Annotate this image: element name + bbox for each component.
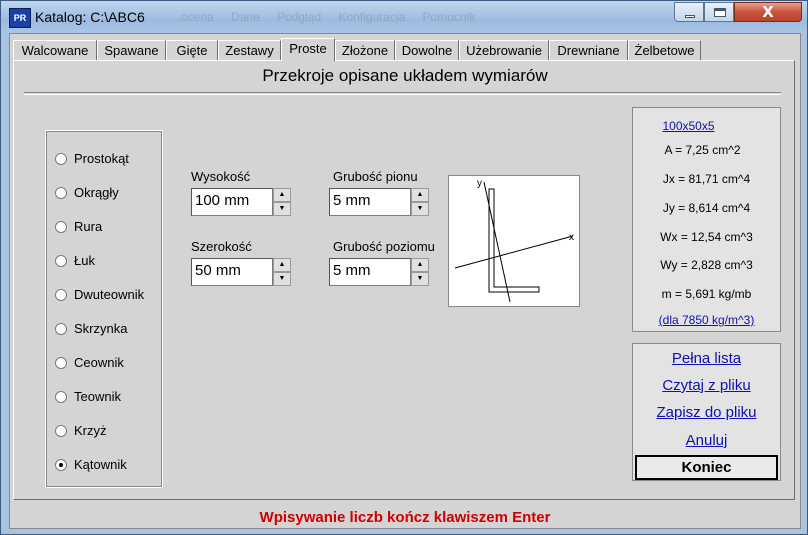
- window-title: Katalog: C:\ABC6: [35, 9, 145, 25]
- width-label: Szerokość: [191, 239, 252, 254]
- ghost-menu-item: Dane: [231, 10, 260, 24]
- tab-walcowane[interactable]: Walcowane: [13, 40, 97, 60]
- radio-button-icon: [55, 425, 67, 437]
- radio-button-icon: [55, 187, 67, 199]
- client-area: Walcowane Spawane Gięte Zestawy Proste Z…: [9, 33, 801, 529]
- tab-uzebrowanie[interactable]: Użebrowanie: [459, 40, 549, 60]
- read-file-link[interactable]: Czytaj z pliku: [633, 377, 780, 394]
- radio-label: Prostokąt: [74, 151, 129, 166]
- radio-label: Łuk: [74, 253, 95, 268]
- radio-button-icon: [55, 323, 67, 335]
- web-thickness-spinner: 5 mm ▲ ▼: [329, 188, 429, 216]
- web-thickness-label: Grubość pionu: [333, 169, 418, 184]
- radio-button-icon: [55, 153, 67, 165]
- flange-thickness-label: Grubość poziomu: [333, 239, 435, 254]
- radio-button-icon: [55, 459, 67, 471]
- tab-proste[interactable]: Proste: [281, 38, 335, 61]
- tab-zelbetowe[interactable]: Żelbetowe: [628, 40, 701, 60]
- width-spinner: 50 mm ▲ ▼: [191, 258, 291, 286]
- spin-down-icon[interactable]: ▼: [273, 272, 291, 286]
- cancel-link[interactable]: Anuluj: [633, 432, 780, 449]
- close-icon: X: [762, 3, 774, 21]
- radio-label: Dwuteownik: [74, 287, 145, 302]
- minimize-button[interactable]: [674, 2, 704, 22]
- flange-thickness-spinner: 5 mm ▲ ▼: [329, 258, 429, 286]
- width-input[interactable]: 50 mm: [191, 258, 273, 286]
- radio-button-icon: [55, 255, 67, 267]
- section-preview: x y: [448, 175, 580, 307]
- mass-value: m = 5,691 kg/mb: [661, 287, 752, 301]
- area-value: A = 7,25 cm^2: [664, 143, 741, 157]
- jy-value: Jy = 8,614 cm^4: [662, 201, 751, 215]
- spin-down-icon[interactable]: ▼: [411, 202, 429, 216]
- spin-down-icon[interactable]: ▼: [273, 202, 291, 216]
- y-axis-label: y: [477, 178, 482, 189]
- height-label: Wysokość: [191, 169, 251, 184]
- angle-section-drawing: x y: [454, 178, 574, 303]
- save-file-link[interactable]: Zapisz do pliku: [633, 404, 780, 421]
- spin-up-icon[interactable]: ▲: [273, 188, 291, 202]
- app-icon: PR: [9, 8, 31, 28]
- density-link[interactable]: (dla 7850 kg/m^3): [633, 313, 780, 327]
- tab-dowolne[interactable]: Dowolne: [395, 40, 459, 60]
- radio-label: Rura: [74, 219, 103, 234]
- radio-button-icon: [55, 221, 67, 233]
- jx-value: Jx = 81,71 cm^4: [662, 172, 751, 186]
- shape-radio-group: Prostokąt Okrągły Rura Łuk Dwuteownik Sk…: [45, 130, 163, 488]
- radio-label: Krzyż: [74, 423, 107, 438]
- profile-name-link[interactable]: 100x50x5: [615, 119, 762, 133]
- app-window: PR Katalog: C:\ABC6 ...ocena Dane Podglą…: [0, 0, 808, 535]
- flange-thickness-input[interactable]: 5 mm: [329, 258, 411, 286]
- maximize-button[interactable]: [704, 2, 734, 22]
- radio-label: Teownik: [74, 389, 121, 404]
- height-input[interactable]: 100 mm: [191, 188, 273, 216]
- tab-zlozone[interactable]: Złożone: [335, 40, 395, 60]
- end-button[interactable]: Koniec: [635, 455, 778, 480]
- spin-up-icon[interactable]: ▲: [273, 258, 291, 272]
- wx-value: Wx = 12,54 cm^3: [660, 230, 753, 244]
- tab-drewniane[interactable]: Drewniane: [549, 40, 628, 60]
- radio-label: Okrągły: [74, 185, 119, 200]
- minimize-icon: [685, 15, 695, 18]
- radio-button-icon: [55, 289, 67, 301]
- full-list-link[interactable]: Pełna lista: [633, 350, 780, 367]
- height-spinner: 100 mm ▲ ▼: [191, 188, 291, 216]
- radio-button-icon: [55, 357, 67, 369]
- ghost-menu-item: Podgląd: [277, 10, 322, 24]
- tab-spawane[interactable]: Spawane: [97, 40, 166, 60]
- ghost-menu-item: ...ocena: [171, 10, 214, 24]
- radio-label: Ceownik: [74, 355, 124, 370]
- wy-value: Wy = 2,828 cm^3: [660, 258, 753, 272]
- spin-up-icon[interactable]: ▲: [411, 258, 429, 272]
- radio-label: Skrzynka: [74, 321, 128, 336]
- ghost-menu: ...ocena Dane Podgląd Konfiguracja Pomoc…: [171, 10, 489, 24]
- close-button[interactable]: X: [734, 2, 802, 22]
- radio-label: Kątownik: [74, 457, 127, 472]
- ghost-menu-item: Konfiguracja: [338, 10, 406, 24]
- spin-up-icon[interactable]: ▲: [411, 188, 429, 202]
- status-hint: Wpisywanie liczb kończ klawiszem Enter: [259, 509, 551, 526]
- x-axis-label: x: [569, 232, 574, 243]
- divider: [24, 92, 781, 95]
- ghost-menu-item: Pomocnik: [422, 10, 476, 24]
- maximize-icon: [714, 8, 726, 17]
- spin-down-icon[interactable]: ▼: [411, 272, 429, 286]
- page-title: Przekroje opisane układem wymiarów: [262, 66, 548, 85]
- tab-zestawy[interactable]: Zestawy: [218, 40, 281, 60]
- tab-giete[interactable]: Gięte: [166, 40, 218, 60]
- section-properties: 100x50x5 A = 7,25 cm^2 Jx = 81,71 cm^4 J…: [632, 107, 781, 332]
- radio-button-icon: [55, 391, 67, 403]
- title-bar[interactable]: PR Katalog: C:\ABC6 ...ocena Dane Podglą…: [1, 1, 807, 33]
- actions-panel: Pełna lista Czytaj z pliku Zapisz do pli…: [632, 343, 781, 481]
- web-thickness-input[interactable]: 5 mm: [329, 188, 411, 216]
